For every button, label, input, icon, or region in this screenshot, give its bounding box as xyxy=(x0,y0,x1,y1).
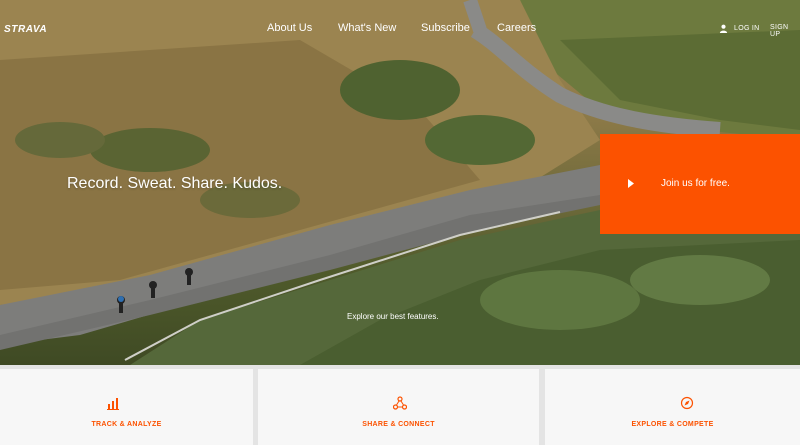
login-label: LOG IN xyxy=(734,25,760,32)
explore-features-text: Explore our best features. xyxy=(347,312,439,321)
join-free-button[interactable]: Join us for free. xyxy=(600,134,800,234)
strava-homepage: STRAVA About Us What's New Subscribe Car… xyxy=(0,0,800,445)
feature-label: SHARE & CONNECT xyxy=(362,421,435,428)
nav-link-subscribe[interactable]: Subscribe xyxy=(421,22,470,34)
nav-link-whats-new[interactable]: What's New xyxy=(338,22,396,34)
feature-label: EXPLORE & COMPETE xyxy=(631,421,714,428)
feature-card-track-analyze[interactable]: TRACK & ANALYZE xyxy=(0,369,253,445)
feature-card-explore-compete[interactable]: EXPLORE & COMPETE xyxy=(545,369,800,445)
feature-card-share-connect[interactable]: SHARE & CONNECT xyxy=(258,369,539,445)
join-button-label: Join us for free. xyxy=(661,178,730,189)
feature-label: TRACK & ANALYZE xyxy=(91,421,162,428)
compass-icon xyxy=(680,396,694,410)
user-icon xyxy=(719,24,728,33)
share-network-icon xyxy=(393,396,407,410)
nav-link-careers[interactable]: Careers xyxy=(497,22,536,34)
play-icon xyxy=(628,179,634,188)
feature-cards: TRACK & ANALYZE SHARE & CONNECT EXPLORE … xyxy=(0,365,800,445)
chart-icon xyxy=(107,398,119,410)
strava-logo[interactable]: STRAVA xyxy=(4,24,47,35)
hero-tagline: Record. Sweat. Share. Kudos. xyxy=(67,175,283,192)
nav-link-about-us[interactable]: About Us xyxy=(267,22,312,34)
login-link[interactable]: LOG IN xyxy=(719,24,760,33)
hero-section: STRAVA About Us What's New Subscribe Car… xyxy=(0,0,800,365)
signup-link[interactable]: SIGN UP xyxy=(770,24,800,38)
top-navigation: STRAVA About Us What's New Subscribe Car… xyxy=(0,0,800,58)
